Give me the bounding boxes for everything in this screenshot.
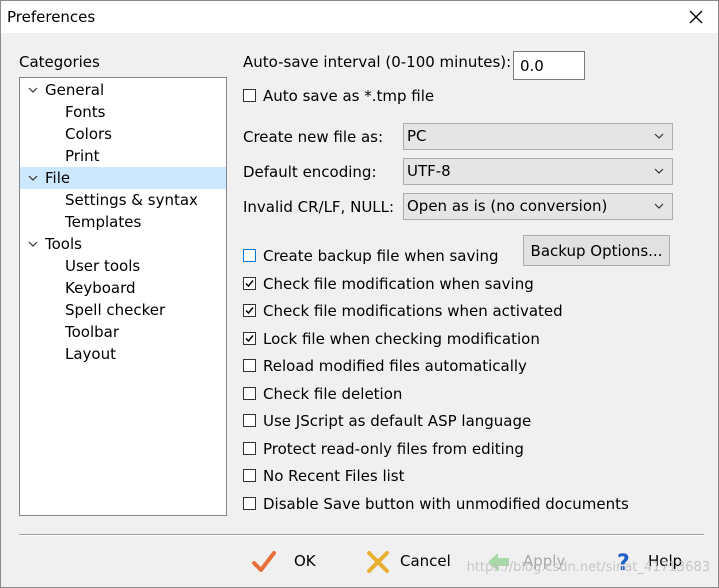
- tree-item-print[interactable]: Print: [20, 145, 226, 167]
- no-recent-files-label: No Recent Files list: [263, 467, 405, 485]
- disable-save-label: Disable Save button with unmodified docu…: [263, 495, 629, 513]
- tree-item-label: Spell checker: [65, 301, 166, 319]
- tree-item-colors[interactable]: Colors: [20, 123, 226, 145]
- invalid-crlf-value: Open as is (no conversion): [407, 197, 608, 215]
- ok-button[interactable]: OK: [251, 543, 331, 579]
- tree-item-settings-syntax[interactable]: Settings & syntax: [20, 189, 226, 211]
- tree-item-spell-checker[interactable]: Spell checker: [20, 299, 226, 321]
- protect-readonly-label: Protect read-only files from editing: [263, 440, 524, 458]
- tree-item-label: Print: [65, 147, 100, 165]
- tree-item-layout[interactable]: Layout: [20, 343, 226, 365]
- create-backup-checkbox[interactable]: [243, 249, 256, 262]
- tree-item-toolbar[interactable]: Toolbar: [20, 321, 226, 343]
- close-button[interactable]: [674, 1, 718, 33]
- check-deletion-label: Check file deletion: [263, 385, 403, 403]
- tree-item-user-tools[interactable]: User tools: [20, 255, 226, 277]
- default-encoding-value: UTF-8: [407, 162, 451, 180]
- tree-item-tools[interactable]: Tools: [20, 233, 226, 255]
- check-mod-saving-checkbox[interactable]: [243, 277, 256, 290]
- close-icon: [689, 10, 703, 24]
- tree-item-label: Toolbar: [65, 323, 120, 341]
- reload-modified-label: Reload modified files automatically: [263, 357, 527, 375]
- cross-icon: [367, 551, 389, 573]
- autosave-tmp-checkbox[interactable]: [243, 89, 256, 102]
- default-encoding-select[interactable]: UTF-8: [403, 158, 673, 185]
- lock-file-label: Lock file when checking modification: [263, 330, 540, 348]
- watermark-text: https://blog.csdn.net/sinat_41713683: [466, 560, 710, 575]
- checkmark-icon: [245, 307, 254, 315]
- chevron-down-icon: [654, 168, 664, 174]
- cancel-button[interactable]: Cancel: [365, 543, 465, 579]
- reload-modified-checkbox[interactable]: [243, 359, 256, 372]
- chevron-down-icon[interactable]: [24, 79, 42, 101]
- checkmark-icon: [245, 335, 254, 343]
- jscript-asp-checkbox[interactable]: [243, 414, 256, 427]
- tree-item-label: File: [45, 169, 71, 187]
- tree-item-keyboard[interactable]: Keyboard: [20, 277, 226, 299]
- cancel-label: Cancel: [400, 552, 451, 570]
- autosave-interval-label: Auto-save interval (0-100 minutes):: [243, 53, 512, 71]
- checkmark-icon: [252, 551, 276, 572]
- autosave-tmp-label: Auto save as *.tmp file: [263, 87, 435, 105]
- tree-item-label: General: [45, 81, 105, 99]
- chevron-down-icon[interactable]: [24, 233, 42, 255]
- create-backup-label: Create backup file when saving: [263, 247, 499, 265]
- categories-tree: General Fonts Colors Print File Settings…: [19, 77, 227, 516]
- backup-options-label: Backup Options...: [530, 241, 663, 260]
- tree-item-label: Colors: [65, 125, 112, 143]
- create-new-file-value: PC: [407, 127, 427, 145]
- protect-readonly-checkbox[interactable]: [243, 442, 256, 455]
- tree-item-file[interactable]: File: [20, 167, 226, 189]
- backup-options-button[interactable]: Backup Options...: [523, 235, 670, 266]
- tree-item-label: Settings & syntax: [65, 191, 198, 209]
- categories-heading: Categories: [19, 53, 100, 71]
- tree-item-label: Fonts: [65, 103, 106, 121]
- preferences-dialog: Preferences Categories General Fonts Col…: [0, 0, 719, 588]
- no-recent-files-checkbox[interactable]: [243, 469, 256, 482]
- jscript-asp-label: Use JScript as default ASP language: [263, 412, 532, 430]
- autosave-interval-input[interactable]: [513, 51, 585, 80]
- tree-item-fonts[interactable]: Fonts: [20, 101, 226, 123]
- chevron-down-icon: [654, 133, 664, 139]
- create-new-file-select[interactable]: PC: [403, 123, 673, 150]
- checkmark-icon: [245, 280, 254, 288]
- check-mod-saving-label: Check file modification when saving: [263, 275, 534, 293]
- ok-label: OK: [294, 552, 316, 570]
- disable-save-checkbox[interactable]: [243, 497, 256, 510]
- check-mod-activated-label: Check file modifications when activated: [263, 302, 563, 320]
- tree-item-label: Templates: [65, 213, 142, 231]
- tree-item-label: User tools: [65, 257, 141, 275]
- footer-separator: [19, 534, 704, 536]
- check-deletion-checkbox[interactable]: [243, 387, 256, 400]
- default-encoding-label: Default encoding:: [243, 163, 377, 181]
- create-new-file-label: Create new file as:: [243, 128, 384, 146]
- tree-item-label: Tools: [45, 235, 82, 253]
- title-bar: Preferences: [1, 1, 718, 33]
- check-mod-activated-checkbox[interactable]: [243, 304, 256, 317]
- chevron-down-icon: [654, 203, 664, 209]
- tree-item-templates[interactable]: Templates: [20, 211, 226, 233]
- window-title: Preferences: [7, 8, 96, 26]
- tree-item-general[interactable]: General: [20, 79, 226, 101]
- lock-file-checkbox[interactable]: [243, 332, 256, 345]
- invalid-crlf-label: Invalid CR/LF, NULL:: [243, 198, 395, 216]
- invalid-crlf-select[interactable]: Open as is (no conversion): [403, 193, 673, 220]
- tree-item-label: Keyboard: [65, 279, 136, 297]
- chevron-down-icon[interactable]: [24, 167, 42, 189]
- tree-item-label: Layout: [65, 345, 116, 363]
